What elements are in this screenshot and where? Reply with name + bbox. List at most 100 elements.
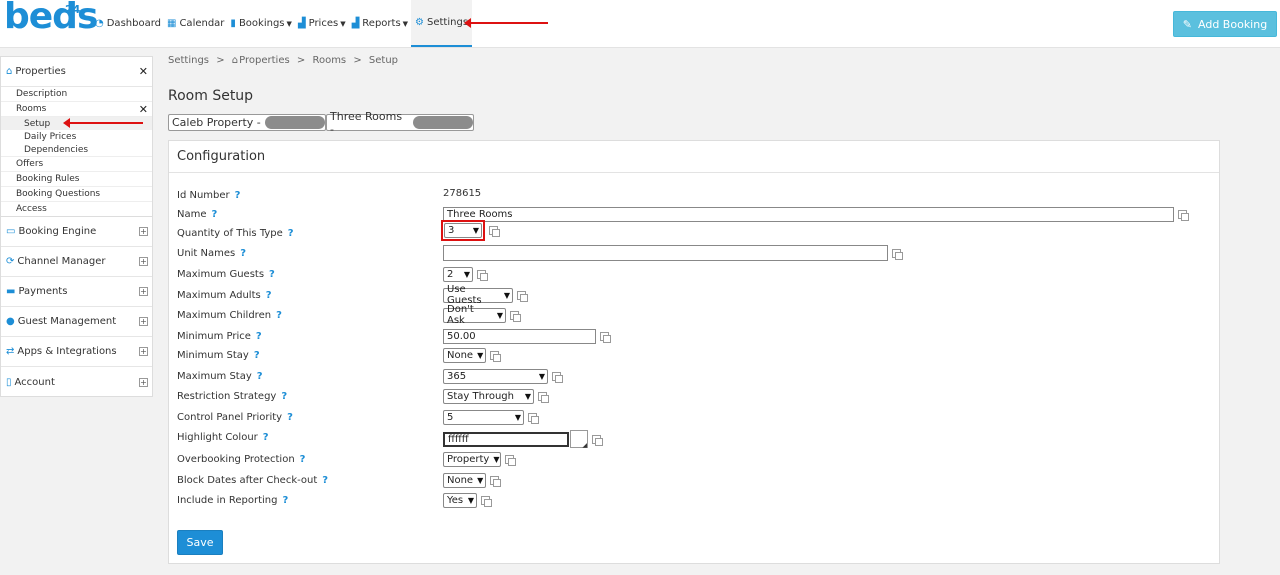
expand-icon[interactable]: + — [139, 377, 148, 387]
sidebar-item-payments[interactable]: ▬ Payments + — [1, 277, 152, 307]
copy-icon[interactable] — [538, 391, 549, 403]
sidebar: ⌂ Properties ✕ Description Rooms ✕ Setup Da… — [0, 56, 153, 397]
block-dates-control: None ▼ — [443, 472, 501, 488]
select-value: Don't Ask — [447, 304, 474, 326]
highlight-colour-input[interactable]: ffffff — [443, 431, 569, 447]
copy-icon[interactable] — [1178, 209, 1189, 221]
unit-names-control — [443, 245, 903, 261]
help-icon[interactable]: ? — [287, 412, 293, 423]
help-icon[interactable]: ? — [266, 290, 272, 301]
copy-icon[interactable] — [517, 290, 528, 302]
sidebar-item-channel-manager[interactable]: ⟳ Channel Manager + — [1, 247, 152, 277]
beds24-logo[interactable]: beds 24 — [4, 0, 98, 42]
breadcrumb-rooms[interactable]: Rooms — [312, 55, 346, 66]
help-icon[interactable]: ? — [240, 248, 246, 259]
help-icon[interactable]: ? — [322, 475, 328, 486]
nav-bookings[interactable]: ▮ Bookings ▼ — [227, 0, 294, 47]
copy-icon[interactable] — [592, 434, 603, 446]
help-icon[interactable]: ? — [276, 310, 282, 321]
select-value: Property — [447, 453, 490, 465]
help-icon[interactable]: ? — [263, 432, 269, 443]
sidebar-item-booking-engine[interactable]: ▭ Booking Engine + — [1, 217, 152, 247]
copy-icon[interactable] — [490, 350, 501, 362]
sidebar-item-daily-prices[interactable]: Daily Prices — [1, 130, 152, 143]
help-icon[interactable]: ? — [269, 269, 275, 280]
room-select[interactable]: Three Rooms - — [326, 110, 474, 136]
sidebar-item-booking-questions[interactable]: Booking Questions — [1, 187, 152, 202]
expand-icon[interactable]: + — [139, 347, 148, 356]
overbooking-select[interactable]: Property ▼ — [443, 451, 501, 467]
configuration-title: Configuration — [169, 141, 1219, 173]
nav-reports[interactable]: ▟ Reports ▼ — [349, 0, 411, 47]
sidebar-item-booking-rules[interactable]: Booking Rules — [1, 172, 152, 187]
priority-select[interactable]: 5 ▼ — [443, 409, 524, 425]
expand-icon[interactable]: + — [139, 227, 148, 236]
help-icon[interactable]: ? — [254, 350, 260, 361]
copy-icon[interactable] — [510, 310, 521, 322]
breadcrumb-setup: Setup — [368, 55, 399, 66]
nav-settings[interactable]: ⚙ Settings — [411, 0, 473, 47]
help-icon[interactable]: ? — [283, 495, 289, 506]
select-value: 5 — [447, 411, 454, 423]
help-icon[interactable]: ? — [300, 454, 306, 465]
expand-icon[interactable]: + — [139, 317, 148, 326]
help-icon[interactable]: ? — [257, 371, 263, 382]
copy-icon[interactable] — [489, 225, 500, 237]
max-stay-select[interactable]: 365 ▼ — [443, 368, 548, 384]
sidebar-item-guest-management[interactable]: ● Guest Management + — [1, 307, 152, 337]
help-icon[interactable]: ? — [235, 190, 241, 201]
field-label: Overbooking Protection — [177, 453, 295, 465]
sidebar-label: Offers — [16, 159, 44, 169]
max-stay-row: Maximum Stay? — [177, 368, 263, 384]
sidebar-item-access[interactable]: Access — [1, 202, 152, 217]
min-price-input[interactable]: 50.00 — [443, 328, 596, 344]
nav-calendar[interactable]: ▦ Calendar — [164, 0, 227, 47]
sidebar-item-description[interactable]: Description — [1, 87, 152, 102]
name-input[interactable]: Three Rooms — [443, 206, 1174, 222]
min-stay-select[interactable]: None ▼ — [443, 347, 486, 363]
expand-icon[interactable]: + — [139, 287, 148, 296]
copy-icon[interactable] — [528, 412, 539, 424]
sidebar-item-setup[interactable]: Setup — [1, 117, 152, 130]
sidebar-item-rooms[interactable]: Rooms ✕ — [1, 102, 152, 117]
reporting-select[interactable]: Yes ▼ — [443, 492, 477, 508]
max-guests-select[interactable]: 2 ▼ — [443, 266, 473, 282]
copy-icon[interactable] — [892, 248, 903, 260]
restriction-strategy-select[interactable]: Stay Through ▼ — [443, 388, 534, 404]
sidebar-item-properties[interactable]: ⌂ Properties ✕ — [1, 57, 152, 87]
unit-names-textarea[interactable] — [443, 245, 888, 261]
restriction-strategy-row: Restriction Strategy? — [177, 388, 287, 404]
copy-icon[interactable] — [481, 495, 492, 507]
sidebar-item-apps-integrations[interactable]: ⇄ Apps & Integrations + — [1, 337, 152, 367]
min-stay-control: None ▼ — [443, 347, 501, 363]
top-bar: beds 24 ◔ Dashboard ▦ Calendar ▮ Bookings ▼ … — [0, 0, 1280, 48]
chevron-down-icon: ▼ — [477, 475, 484, 485]
copy-icon[interactable] — [490, 475, 501, 487]
save-button[interactable]: Save — [177, 530, 223, 555]
add-booking-button[interactable]: ✎ Add Booking — [1173, 11, 1277, 37]
close-icon[interactable]: ✕ — [139, 65, 148, 78]
expand-icon[interactable]: + — [139, 257, 148, 266]
max-children-select[interactable]: Don't Ask ▼ — [443, 304, 506, 326]
colour-picker-swatch[interactable] — [570, 430, 588, 449]
help-icon[interactable]: ? — [288, 228, 294, 239]
close-icon[interactable]: ✕ — [139, 103, 148, 116]
property-select[interactable]: Caleb Property - — [168, 114, 326, 131]
sidebar-item-offers[interactable]: Offers — [1, 157, 152, 172]
quantity-select[interactable]: 3 ▼ — [444, 222, 482, 238]
copy-icon[interactable] — [477, 269, 488, 281]
nav-dashboard[interactable]: ◔ Dashboard — [92, 0, 164, 47]
copy-icon[interactable] — [552, 371, 563, 383]
help-icon[interactable]: ? — [256, 331, 262, 342]
help-icon[interactable]: ? — [281, 391, 287, 402]
breadcrumb-settings[interactable]: Settings — [168, 55, 209, 66]
copy-icon[interactable] — [600, 331, 611, 343]
copy-icon[interactable] — [505, 454, 516, 466]
breadcrumb-properties[interactable]: Properties — [239, 55, 290, 66]
sidebar-item-dependencies[interactable]: Dependencies — [1, 143, 152, 157]
sidebar-item-account[interactable]: ▯ Account + — [1, 367, 152, 397]
nav-prices[interactable]: ▟ Prices ▼ — [295, 0, 349, 47]
help-icon[interactable]: ? — [212, 209, 218, 220]
max-adults-select[interactable]: Use Guests ▼ — [443, 284, 513, 306]
block-dates-select[interactable]: None ▼ — [443, 472, 486, 488]
